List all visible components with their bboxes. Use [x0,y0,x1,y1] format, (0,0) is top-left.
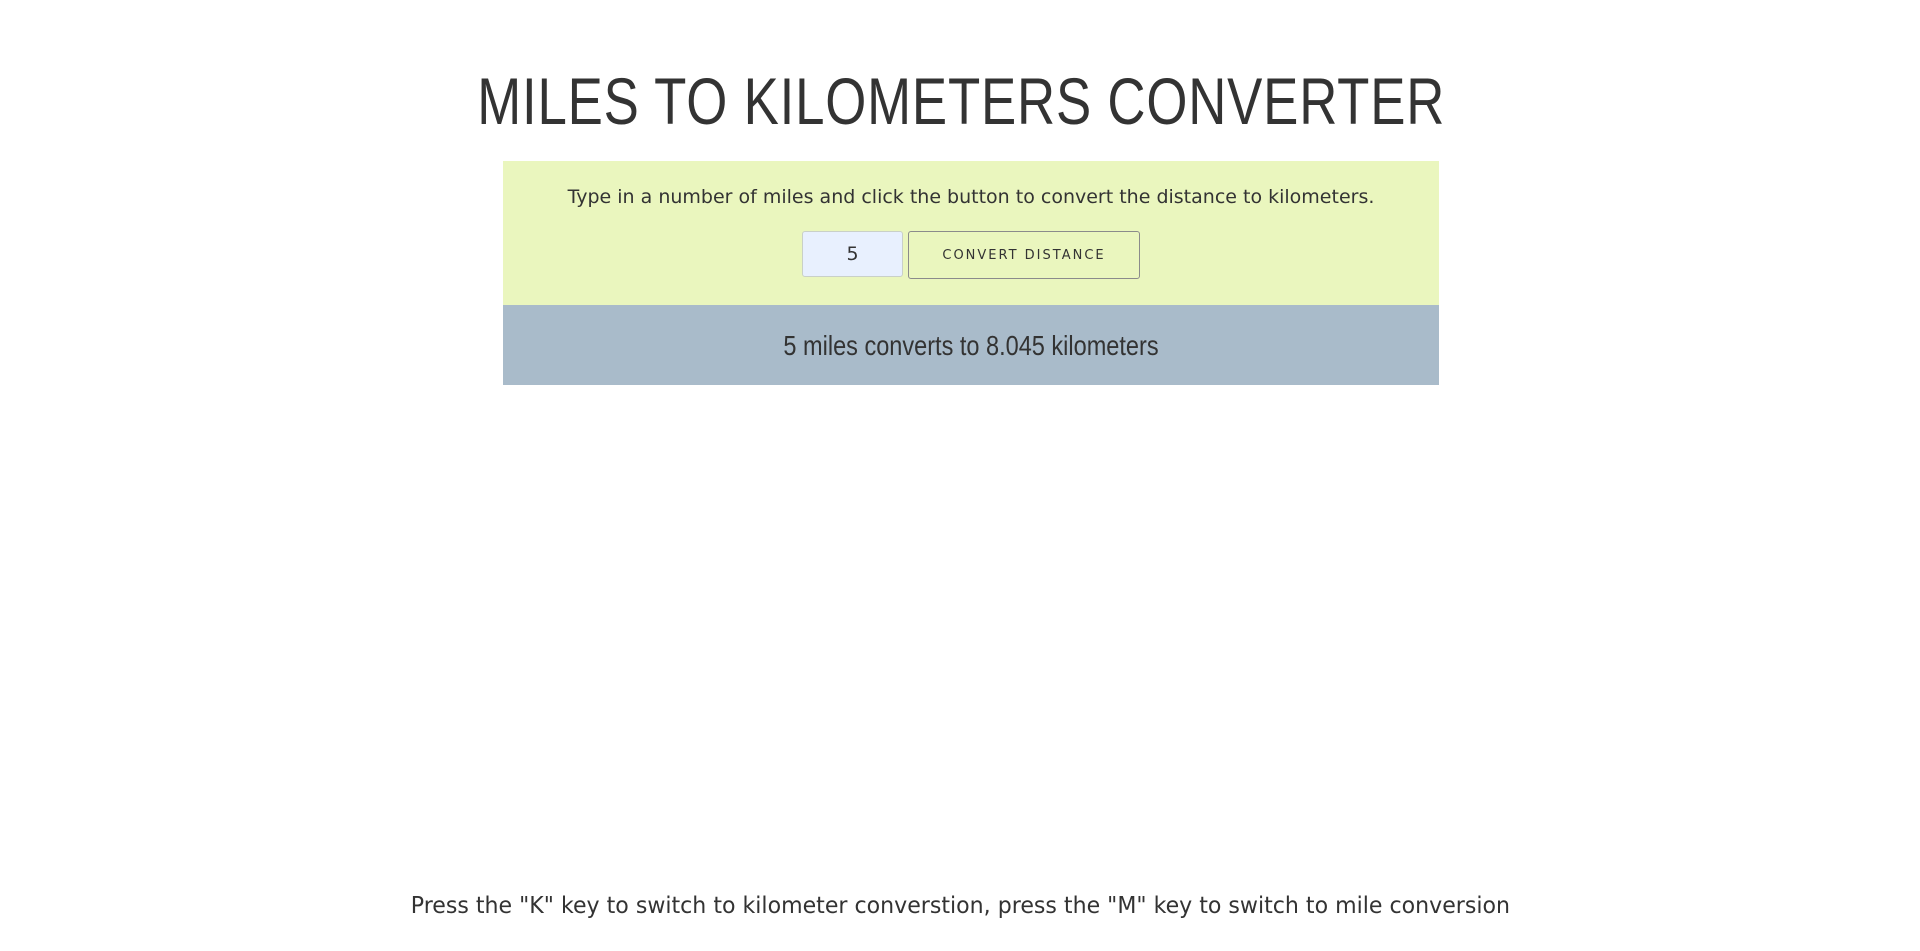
result-text: 5 miles converts to 8.045 kilometers [783,330,1159,361]
keyboard-hint: Press the "K" key to switch to kilometer… [410,893,1511,919]
convert-distance-button[interactable]: CONVERT DISTANCE [908,231,1140,279]
converter-panel: Type in a number of miles and click the … [503,161,1439,305]
result-box: 5 miles converts to 8.045 kilometers [503,305,1439,385]
page-title: MILES TO KILOMETERS CONVERTER [477,64,1446,138]
instructions-text: Type in a number of miles and click the … [567,186,1375,208]
page: MILES TO KILOMETERS CONVERTER Type in a … [0,0,1920,951]
miles-input[interactable] [802,231,903,277]
